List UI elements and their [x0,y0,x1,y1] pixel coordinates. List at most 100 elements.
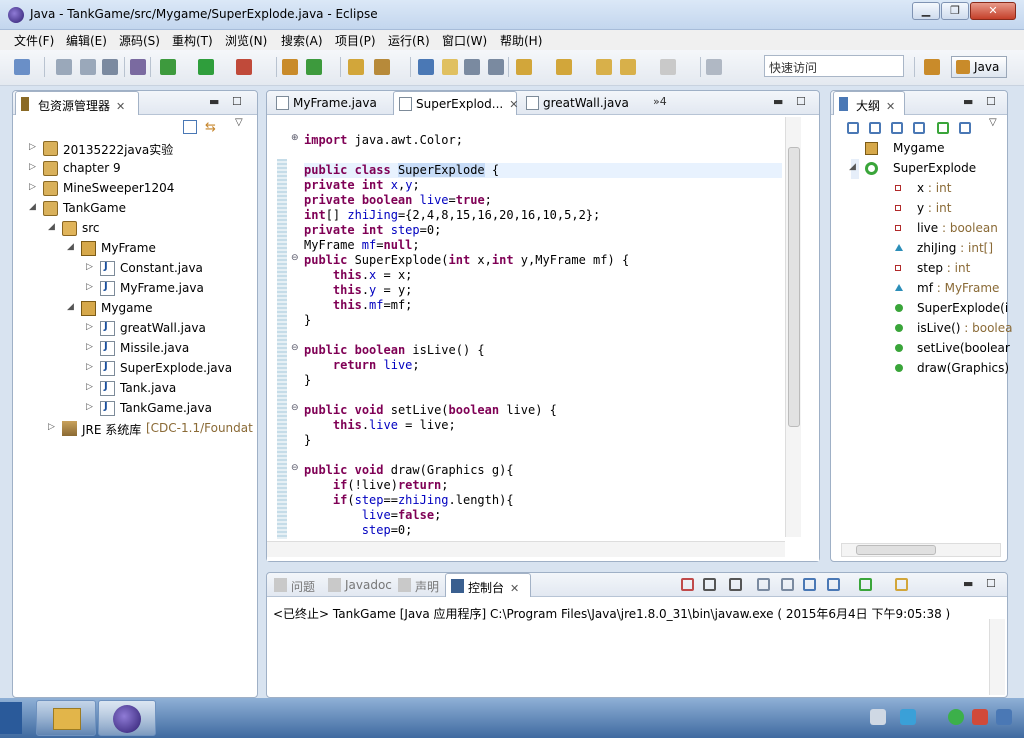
close-icon[interactable]: ✕ [886,100,895,113]
pin-editor-icon[interactable] [706,59,722,75]
save-icon[interactable] [56,59,72,75]
next-edit-icon[interactable] [516,59,532,75]
back-icon[interactable] [596,59,612,75]
close-icon[interactable]: ✕ [116,100,125,113]
collapsed-arrow-icon[interactable]: ▷ [29,182,36,192]
clear-console-icon[interactable] [757,578,770,591]
menu-item[interactable]: 项目(P) [335,32,376,49]
next-annotation-icon[interactable] [418,59,434,75]
minimize-button[interactable]: ▁ [912,2,940,20]
mark-occurrences-icon[interactable] [442,59,458,75]
collapse-all-icon[interactable] [183,120,197,134]
collapsed-arrow-icon[interactable]: ▷ [86,362,93,372]
tab-console[interactable]: 控制台 ✕ [445,573,531,597]
collapsed-arrow-icon[interactable]: ▷ [86,282,93,292]
minimize-view-icon[interactable]: ▬ [963,577,973,590]
display-console-icon[interactable] [827,578,840,591]
menu-item[interactable]: 源码(S) [119,32,160,49]
scrollbar-thumb[interactable] [788,147,800,427]
hide-nonpublic-icon[interactable] [937,122,949,134]
tab-problems[interactable]: 问题 [269,573,321,597]
view-menu-icon[interactable]: ▽ [989,117,997,128]
volume-icon[interactable] [996,709,1012,725]
menu-item[interactable]: 搜索(A) [281,32,323,49]
collapse-all-icon[interactable] [847,122,859,134]
forward-history-icon[interactable] [660,59,676,75]
new-java-project-icon[interactable] [282,59,298,75]
expanded-arrow-icon[interactable]: ◢ [67,242,74,252]
fold-toggle-icon[interactable]: ⊕ [291,133,299,143]
console-scrollbar[interactable] [989,619,1005,695]
tray-app-icon[interactable] [972,709,988,725]
maximize-view-icon[interactable]: ☐ [986,95,996,108]
prev-edit-icon[interactable] [556,59,572,75]
keyboard-icon[interactable] [870,709,886,725]
fold-toggle-icon[interactable]: ⊖ [291,253,299,263]
external-tools-icon[interactable] [236,59,252,75]
horizontal-scrollbar[interactable] [267,541,785,557]
hide-fields-icon[interactable] [891,122,903,134]
maximize-view-icon[interactable]: ☐ [796,95,806,108]
expanded-arrow-icon[interactable]: ◢ [67,302,74,312]
link-with-editor-icon[interactable]: ⇆ [205,120,221,135]
pin-console-icon[interactable] [803,578,816,591]
start-icon[interactable] [0,702,22,734]
show-whitespace-icon[interactable] [488,59,504,75]
collapsed-arrow-icon[interactable]: ▷ [29,142,36,152]
collapsed-arrow-icon[interactable]: ▷ [86,342,93,352]
debug-icon[interactable] [160,59,176,75]
remove-launch-icon[interactable] [703,578,716,591]
minimize-view-icon[interactable]: ▬ [773,95,783,108]
scrollbar-thumb[interactable] [856,545,936,555]
open-type-icon[interactable] [348,59,364,75]
expanded-arrow-icon[interactable]: ◢ [48,222,55,232]
quick-access-input[interactable]: 快速访问 [764,55,904,77]
menu-item[interactable]: 文件(F) [14,32,54,49]
run-icon[interactable] [198,59,214,75]
view-menu-icon[interactable]: ▽ [235,117,243,128]
collapsed-arrow-icon[interactable]: ▷ [86,402,93,412]
tab-outline[interactable]: 大纲 ✕ [833,91,905,115]
maximize-button[interactable]: ❐ [941,2,969,20]
open-perspective-icon[interactable] [924,59,940,75]
block-selection-icon[interactable] [464,59,480,75]
search-icon[interactable] [374,59,390,75]
menu-item[interactable]: 浏览(N) [225,32,267,49]
open-console-icon[interactable] [859,578,872,591]
new-icon[interactable] [14,59,30,75]
print-icon[interactable] [102,59,118,75]
minimize-view-icon[interactable]: ▬ [209,95,219,108]
tab-editor-file[interactable]: MyFrame.java [271,91,389,115]
menu-item[interactable]: 编辑(E) [66,32,107,49]
network-icon[interactable] [900,709,916,725]
menu-item[interactable]: 重构(T) [172,32,213,49]
save-all-icon[interactable] [80,59,96,75]
forward-icon[interactable] [620,59,636,75]
maximize-view-icon[interactable]: ☐ [232,95,242,108]
fold-toggle-icon[interactable]: ⊖ [291,463,299,473]
collapsed-arrow-icon[interactable]: ▷ [86,382,93,392]
remove-all-icon[interactable] [729,578,742,591]
minimize-view-icon[interactable]: ▬ [963,95,973,108]
tab-javadoc[interactable]: Javadoc [323,573,392,597]
more-tabs-icon[interactable]: »4 [653,95,667,108]
expanded-arrow-icon[interactable]: ◢ [849,162,856,172]
expanded-arrow-icon[interactable]: ◢ [29,202,36,212]
taskbar-eclipse[interactable] [98,700,156,736]
tab-package-explorer[interactable]: 包资源管理器 ✕ [15,91,139,115]
collapsed-arrow-icon[interactable]: ▷ [86,262,93,272]
tab-editor-file[interactable]: SuperExplod... ✕ [393,91,518,115]
collapsed-arrow-icon[interactable]: ▷ [86,322,93,332]
java-perspective-button[interactable]: Java [951,56,1007,78]
hide-static-icon[interactable] [913,122,925,134]
tab-editor-file[interactable]: greatWall.java [521,91,645,115]
scroll-lock-icon[interactable] [781,578,794,591]
close-button[interactable]: ✕ [970,2,1016,20]
code-editor[interactable]: import java.awt.Color; ⊕ public class Supe… [267,115,819,561]
close-icon[interactable]: ✕ [509,98,518,111]
new-class-icon[interactable] [306,59,322,75]
outline-hscrollbar[interactable] [841,543,1001,557]
menu-item[interactable]: 帮助(H) [500,32,542,49]
terminate-icon[interactable] [681,578,694,591]
security-icon[interactable] [948,709,964,725]
